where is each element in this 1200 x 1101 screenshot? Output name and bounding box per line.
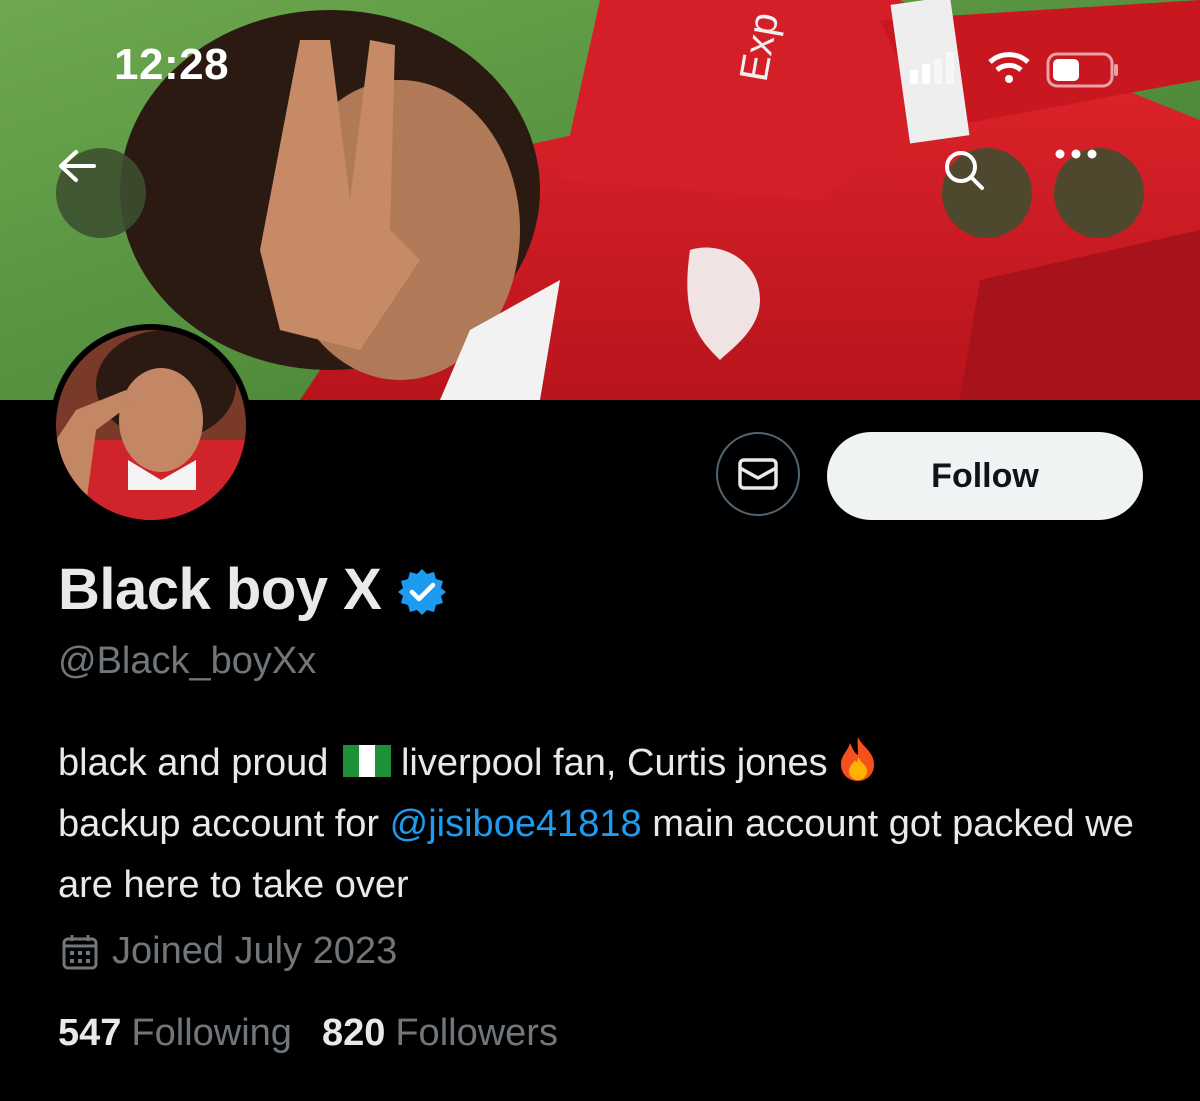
- bio-text: liverpool fan, Curtis jones: [400, 742, 828, 784]
- signal-wifi-battery-icon: [910, 52, 1118, 88]
- profile-bio: black and proud liverpool fan, Curtis jo…: [58, 733, 1168, 916]
- followers-link[interactable]: 820 Followers: [322, 1012, 558, 1055]
- bio-mention-link[interactable]: @jisiboe41818: [390, 803, 642, 845]
- followers-label: Followers: [395, 1012, 558, 1054]
- profile-handle: @Black_boyXx: [58, 640, 317, 682]
- display-name-row: Black boy X: [58, 556, 447, 623]
- calendar-icon: [62, 934, 98, 969]
- avatar-image: [56, 330, 246, 520]
- envelope-icon: [738, 458, 778, 490]
- following-label: Following: [131, 1012, 292, 1054]
- fire-icon: [840, 737, 874, 781]
- joined-text: Joined July 2023: [112, 930, 398, 972]
- more-options-button[interactable]: [1054, 148, 1144, 238]
- profile-avatar[interactable]: [50, 324, 252, 526]
- search-icon: [945, 151, 984, 190]
- joined-date: Joined July 2023: [62, 930, 397, 973]
- search-button[interactable]: [942, 148, 1032, 238]
- follow-stats: 547 Following 820 Followers: [58, 1012, 558, 1055]
- bio-text: black and proud: [58, 742, 329, 784]
- verified-badge-icon[interactable]: [397, 567, 447, 617]
- more-icon: [1055, 149, 1097, 159]
- back-arrow-icon: [59, 150, 96, 182]
- message-button[interactable]: [716, 432, 800, 516]
- follow-button[interactable]: Follow: [827, 432, 1143, 520]
- following-count: 547: [58, 1012, 122, 1054]
- following-link[interactable]: 547 Following: [58, 1012, 292, 1055]
- status-icons: [904, 48, 1124, 92]
- nigeria-flag-icon: [342, 745, 391, 777]
- bio-text: backup account for: [58, 803, 380, 845]
- back-button[interactable]: [56, 148, 146, 238]
- followers-count: 820: [321, 1012, 386, 1054]
- status-time: 12:28: [114, 40, 230, 89]
- display-name: Black boy X: [58, 557, 382, 622]
